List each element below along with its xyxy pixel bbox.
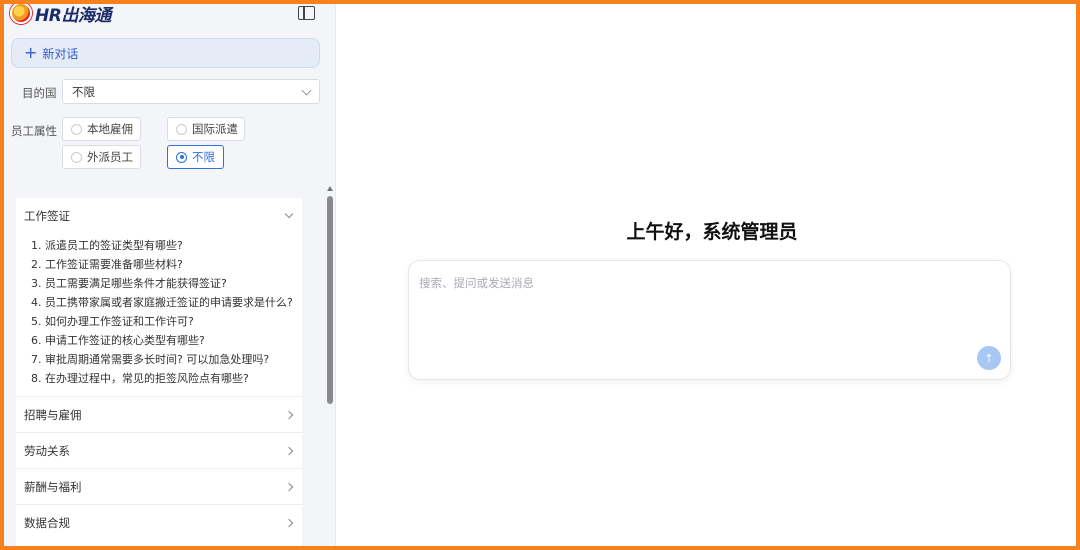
send-button[interactable]: ↑ [977, 346, 1001, 370]
category-work-visa[interactable]: 工作签证 [16, 198, 302, 234]
chevron-right-icon [284, 518, 294, 528]
logo-text: HR出海通 [35, 5, 111, 26]
question-item[interactable]: 8. 在办理过程中，常见的拒签风险点有哪些? [31, 369, 302, 388]
radio-circle-icon [176, 123, 187, 135]
category-data-compliance[interactable]: 数据合规 [16, 504, 302, 540]
question-item[interactable]: 3. 员工需要满足哪些条件才能获得签证? [31, 274, 302, 293]
category-labor-relations[interactable]: 劳动关系 [16, 432, 302, 468]
category-compensation[interactable]: 薪酬与福利 [16, 468, 302, 504]
question-item[interactable]: 4. 员工携带家属或者家庭搬迁签证的申请要求是什么? [31, 293, 302, 312]
greeting-title: 上午好，系统管理员 [626, 221, 798, 243]
destination-label: 目的国 [22, 86, 57, 100]
new-chat-label: 新对话 [42, 46, 79, 61]
question-item[interactable]: 6. 申请工作签证的核心类型有哪些? [31, 331, 302, 350]
chevron-right-icon [284, 446, 294, 456]
radio-unlimited[interactable]: 不限 [167, 145, 224, 169]
question-item[interactable]: 2. 工作签证需要准备哪些材料? [31, 255, 302, 274]
chevron-down-icon [301, 85, 312, 96]
faq-panel: 工作签证 1. 派遣员工的签证类型有哪些? 2. 工作签证需要准备哪些材料? 3… [16, 198, 302, 546]
radio-label: 本地雇佣 [87, 122, 133, 136]
question-item[interactable]: 1. 派遣员工的签证类型有哪些? [31, 236, 302, 255]
radio-expat[interactable]: 外派员工 [62, 145, 141, 169]
category-recruitment[interactable]: 招聘与雇佣 [16, 396, 302, 432]
plus-icon: + [24, 43, 38, 62]
scroll-up-arrow-icon[interactable] [327, 186, 333, 191]
destination-select[interactable]: 不限 [62, 79, 320, 104]
logo-mark-icon [10, 4, 32, 24]
arrow-up-icon: ↑ [984, 351, 994, 365]
chevron-right-icon [284, 482, 294, 492]
category-title: 薪酬与福利 [24, 479, 82, 494]
main-area: 上午好，系统管理员 ↑ [337, 4, 1076, 546]
radio-label: 外派员工 [87, 150, 133, 164]
sidebar-scrollbar[interactable] [326, 184, 334, 546]
logo: HR出海通 [10, 4, 111, 26]
chevron-down-icon [284, 209, 294, 219]
radio-label: 国际派遣 [192, 122, 238, 136]
question-list: 1. 派遣员工的签证类型有哪些? 2. 工作签证需要准备哪些材料? 3. 员工需… [16, 234, 302, 396]
radio-label: 不限 [192, 150, 215, 164]
sidebar-collapse-icon[interactable] [298, 6, 315, 20]
chat-input[interactable] [419, 273, 959, 293]
new-chat-button[interactable]: + 新对话 [11, 38, 320, 68]
destination-value: 不限 [72, 84, 95, 99]
question-item[interactable]: 7. 审批周期通常需要多长时间? 可以加急处理吗? [31, 350, 302, 369]
sidebar: HR出海通 + 新对话 目的国 不限 员工属性 本地雇佣 国际派遣 外派员工 不… [4, 4, 336, 546]
employee-type-label: 员工属性 [11, 124, 57, 138]
category-title: 招聘与雇佣 [24, 407, 82, 422]
radio-selected-icon [176, 151, 187, 163]
radio-circle-icon [71, 123, 82, 135]
question-item[interactable]: 5. 如何办理工作签证和工作许可? [31, 312, 302, 331]
radio-intl-assignment[interactable]: 国际派遣 [167, 117, 245, 141]
radio-circle-icon [71, 151, 82, 163]
category-title: 工作签证 [24, 209, 70, 223]
category-title: 劳动关系 [24, 443, 70, 458]
app-window: HR出海通 + 新对话 目的国 不限 员工属性 本地雇佣 国际派遣 外派员工 不… [4, 4, 1076, 546]
chevron-right-icon [284, 410, 294, 420]
category-title: 数据合规 [24, 515, 70, 530]
scrollbar-thumb[interactable] [327, 196, 333, 404]
chat-composer: ↑ [408, 260, 1011, 380]
radio-local-hire[interactable]: 本地雇佣 [62, 117, 141, 141]
